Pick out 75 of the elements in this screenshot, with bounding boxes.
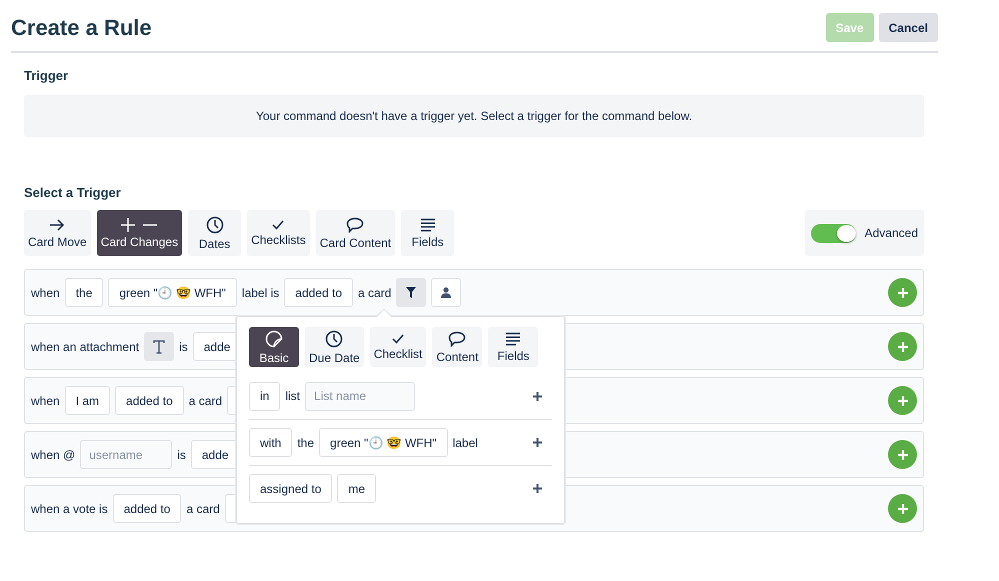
option-selector[interactable]: the (64, 278, 104, 307)
comment-icon (346, 216, 364, 232)
rule-text: when @ (31, 448, 76, 462)
rule-text: list (285, 389, 300, 403)
trigger-tab[interactable]: Card Changes (96, 210, 182, 256)
trigger-tab[interactable]: Card Move (24, 210, 91, 256)
rule-text: when an attachment (31, 340, 140, 354)
text-format-button[interactable] (144, 332, 174, 361)
add-button[interactable] (888, 494, 917, 523)
filter-tab[interactable]: Checklist (370, 327, 426, 367)
check-icon (272, 220, 284, 230)
option-selector[interactable]: with (249, 428, 292, 457)
lines-icon (420, 218, 436, 232)
plus-icon (898, 288, 908, 298)
toggle-label: Advanced (864, 226, 918, 240)
rule-text: when (31, 286, 60, 300)
trigger-tab[interactable]: Checklists (247, 210, 310, 256)
filter-tab[interactable]: Content (432, 327, 482, 367)
option-selector[interactable]: me (337, 474, 376, 503)
plus-icon (898, 342, 908, 352)
filter-tab[interactable]: Fields (488, 327, 538, 367)
rule-text: a card (358, 286, 392, 300)
rule-text: is (177, 448, 186, 462)
cancel-button[interactable]: Cancel (878, 13, 938, 42)
comment-icon (448, 330, 466, 346)
notice-banner: Your command doesn't have a trigger yet. Select a trigger for the command below. (24, 95, 924, 137)
add-button[interactable] (888, 278, 917, 307)
plus-icon (533, 438, 542, 447)
rule-text: label is (242, 286, 280, 300)
option-selector[interactable]: added to (284, 278, 353, 307)
check-icon (392, 334, 404, 344)
option-selector[interactable]: added to (115, 386, 184, 415)
advanced-toggle[interactable] (810, 224, 856, 242)
plus-icon (898, 396, 908, 406)
rule-text: label (452, 436, 478, 450)
trigger-tab[interactable]: Dates (188, 210, 242, 256)
section-heading: Trigger (24, 68, 70, 83)
person-icon (441, 287, 452, 298)
filter-tab[interactable]: Basic (249, 327, 299, 367)
option-selector[interactable]: green "🕘 🤓 WFH" (319, 428, 448, 457)
rule-text: is (179, 340, 188, 354)
member-button[interactable] (431, 278, 462, 307)
add-button[interactable] (888, 386, 917, 415)
plus-icon (898, 450, 908, 460)
rule-text: a card (188, 394, 222, 408)
filter-button[interactable] (396, 278, 426, 307)
sticker-icon (265, 330, 283, 348)
filter-icon (406, 287, 416, 298)
input-field[interactable]: username (80, 440, 172, 469)
section-heading: Select a Trigger (24, 185, 122, 200)
clock-icon (206, 216, 224, 234)
arrow-icon (49, 218, 66, 232)
add-button[interactable] (888, 440, 917, 469)
trigger-tab[interactable]: Fields (401, 210, 454, 256)
clock-icon (325, 330, 344, 348)
option-selector[interactable]: green "🕘 🤓 WFH" (108, 278, 237, 307)
plus-icon (533, 484, 542, 493)
add-button[interactable] (888, 332, 917, 361)
rule-text: a card (186, 502, 220, 516)
option-selector[interactable]: added to (112, 494, 182, 523)
rule-text: when (31, 394, 60, 408)
input-field[interactable]: List name (305, 382, 416, 410)
filter-tab[interactable]: Due Date (305, 327, 364, 367)
rule-text: when a vote is (31, 502, 108, 516)
option-selector[interactable]: I am (64, 386, 110, 415)
rule-text: the (297, 436, 314, 450)
page-title: Create a Rule (11, 14, 152, 40)
plus-icon (533, 392, 542, 400)
plus-icon (898, 504, 908, 514)
option-selector[interactable]: assigned to (249, 474, 332, 503)
trigger-tab[interactable]: Card Content (316, 210, 396, 256)
text-format-icon (152, 340, 166, 354)
option-selector[interactable]: in (249, 382, 280, 410)
plus-minus-icon (119, 218, 160, 232)
lines-icon (505, 332, 522, 346)
